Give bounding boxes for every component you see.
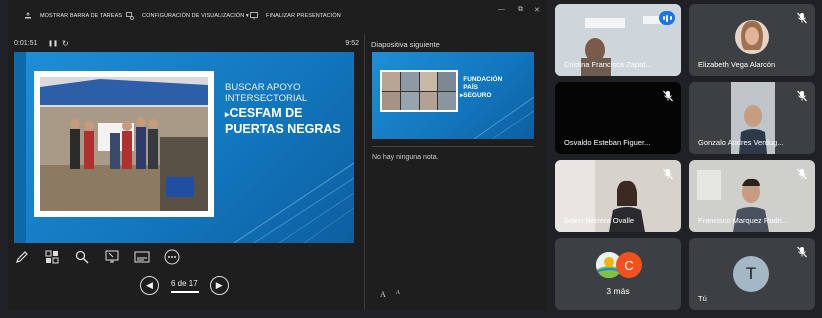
taskbar-icon — [25, 12, 31, 19]
search-icon[interactable] — [74, 249, 90, 265]
video-grid-image — [382, 72, 456, 110]
increase-font-button[interactable]: A — [380, 290, 386, 299]
participant-name: Francisco Marquez Rodri... — [698, 216, 789, 225]
display-settings-label: CONFIGURACIÓN DE VISUALIZACIÓN ▾ — [142, 13, 249, 19]
self-tile[interactable]: T Tú — [689, 238, 815, 310]
participant-name: Belen Herrera Ovalle — [564, 216, 635, 225]
display-settings-button[interactable]: CONFIGURACIÓN DE VISUALIZACIÓN ▾ — [126, 12, 249, 20]
close-button[interactable]: ✕ — [534, 6, 540, 14]
next-arrow-icon: ▶ — [215, 280, 223, 290]
group-photo-image — [40, 77, 208, 211]
timer-row: 0:01:51 ❚❚ ↻ 9:52 — [14, 39, 359, 50]
participant-initial-avatar: C — [616, 252, 642, 278]
mic-off-icon — [663, 90, 673, 102]
mic-off-icon — [797, 12, 807, 24]
more-participants-label: 3 más — [606, 286, 630, 296]
slide-counter-text: 6 de 17 — [171, 278, 198, 288]
meeting-screen: MOSTRAR BARRA DE TAREAS CONFIGURACIÓN DE… — [0, 0, 822, 318]
participant-name: Osvaldo Esteban Figuer... — [564, 138, 651, 147]
participant-name: Cristina Francisca Zapat... — [564, 60, 652, 69]
speaker-notes: No hay ninguna nota. — [372, 154, 439, 161]
next-slide-photo — [380, 70, 458, 112]
slide-counter[interactable]: 6 de 17 — [171, 278, 199, 293]
more-participants-tile[interactable]: C 3 más — [555, 238, 681, 310]
presenter-toolbar: MOSTRAR BARRA DE TAREAS CONFIGURACIÓN DE… — [8, 0, 546, 34]
participant-tile-gonzalo[interactable]: Gonzalo Andres Verdug... — [689, 82, 815, 154]
font-size-controls: A A — [380, 290, 400, 299]
next-slide-preview[interactable]: ▸FUNDACIÓN PAÍS SEGURO — [372, 52, 534, 139]
mic-off-icon — [797, 168, 807, 180]
next-slide-decoration — [474, 96, 534, 139]
elapsed-timer: 0:01:51 — [14, 40, 38, 47]
reset-timer-icon[interactable]: ↻ — [62, 39, 69, 48]
more-icon[interactable] — [164, 249, 180, 265]
slide-title: BUSCAR APOYO INTERSECTORIAL — [225, 82, 308, 104]
slide-photo — [40, 77, 208, 211]
end-presentation-icon — [250, 12, 258, 20]
previous-arrow-icon: ◀ — [146, 280, 153, 290]
participant-tile-osvaldo[interactable]: Osvaldo Esteban Figuer... — [555, 82, 681, 154]
pen-icon[interactable] — [14, 249, 30, 265]
slide-subtitle: ▸CESFAM de PUERTAS NEGRAS — [225, 106, 350, 137]
shared-presenter-view: MOSTRAR BARRA DE TAREAS CONFIGURACIÓN DE… — [8, 0, 546, 310]
slide-photo-frame — [34, 71, 214, 217]
slide-navigation: ◀ 6 de 17 ▶ — [140, 276, 229, 295]
mic-off-icon — [797, 90, 807, 102]
next-slide-label: Diapositiva siguiente — [371, 40, 440, 49]
minimize-button[interactable]: — — [498, 6, 505, 13]
pause-timer-icon[interactable]: ❚❚ — [48, 40, 58, 47]
decrease-font-button[interactable]: A — [396, 290, 400, 299]
participant-name: Elizabeth Vega Alarcón — [698, 60, 776, 69]
panel-divider — [364, 34, 365, 310]
grid-icon[interactable] — [44, 249, 60, 265]
previous-slide-button[interactable]: ◀ — [140, 276, 159, 295]
subtitles-icon[interactable] — [134, 249, 150, 265]
current-slide: BUSCAR APOYO INTERSECTORIAL ▸CESFAM de P… — [14, 52, 354, 243]
self-avatar: T — [733, 256, 769, 292]
slide-counter-underline — [171, 290, 199, 293]
mic-off-icon — [797, 246, 807, 258]
end-presentation-button[interactable]: FINALIZAR PRESENTACIÓN — [250, 12, 341, 20]
participant-tile-belen[interactable]: Belen Herrera Ovalle — [555, 160, 681, 232]
mic-off-icon — [663, 168, 673, 180]
slide-stripe — [14, 52, 26, 243]
speaking-indicator-icon — [659, 11, 675, 25]
pointer-screen-icon[interactable] — [104, 249, 120, 265]
participant-name: Gonzalo Andres Verdug... — [698, 138, 784, 147]
presenter-tools — [14, 247, 180, 267]
current-time: 9:52 — [345, 40, 359, 47]
participant-tile-elizabeth[interactable]: Elizabeth Vega Alarcón — [689, 4, 815, 76]
show-taskbar-button[interactable]: MOSTRAR BARRA DE TAREAS — [24, 12, 122, 20]
slide-decoration — [234, 162, 354, 243]
restore-button[interactable]: ⧉ — [518, 6, 523, 14]
participant-tile-francisco[interactable]: Francisco Marquez Rodri... — [689, 160, 815, 232]
next-slide-button[interactable]: ▶ — [209, 276, 229, 295]
end-presentation-label: FINALIZAR PRESENTACIÓN — [266, 13, 341, 19]
slide-subtitle-text: CESFAM de PUERTAS NEGRAS — [225, 106, 341, 136]
self-name: Tú — [698, 294, 707, 303]
display-settings-icon — [126, 12, 134, 20]
show-taskbar-label: MOSTRAR BARRA DE TAREAS — [40, 13, 123, 19]
notes-separator — [372, 146, 534, 147]
participant-tile-cristina[interactable]: Cristina Francisca Zapat... — [555, 4, 681, 76]
